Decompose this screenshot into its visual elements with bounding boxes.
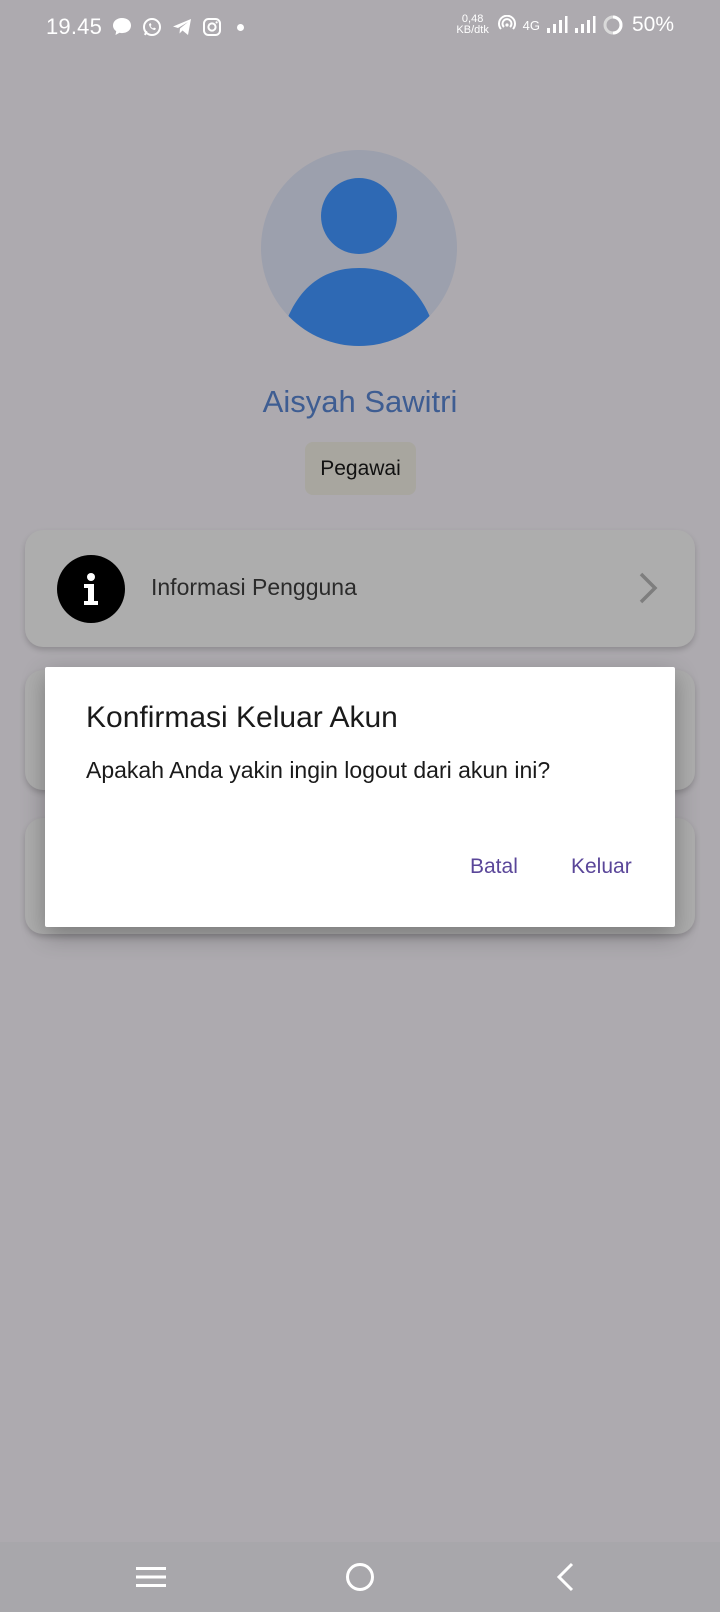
profile-name: Aisyah Sawitri [262,384,458,419]
instagram-icon [201,16,223,38]
message-icon [111,16,133,38]
chevron-right-icon [637,570,659,611]
hotspot-icon [497,15,517,35]
battery-percentage: 50% [631,13,674,36]
dialog-message: Apakah Anda yakin ingin logout dari akun… [86,757,551,783]
battery-icon [602,14,624,36]
notification-icons [111,16,244,38]
menu-item-user-info[interactable]: Informasi Pengguna [25,530,695,647]
home-icon[interactable] [300,1542,420,1612]
system-nav-bar [0,1542,720,1612]
info-icon [57,555,125,623]
role-badge: Pegawai [305,442,416,495]
dialog-title: Konfirmasi Keluar Akun [86,701,398,734]
logout-dialog: Konfirmasi Keluar Akun Apakah Anda yakin… [45,667,675,927]
telegram-icon [171,16,193,38]
status-time: 19.45 [46,14,103,39]
status-bar: 19.45 0,48 KB/dtk 4G 50% [0,0,720,56]
person-icon [279,178,439,346]
logout-button[interactable]: Keluar [571,855,632,879]
signal-icon-2 [574,15,596,35]
signal-icon [546,15,568,35]
more-notifications-dot [237,23,244,31]
network-speed: 0,48 KB/dtk [456,13,489,36]
avatar [261,150,457,346]
status-right: 0,48 KB/dtk 4G 50% [455,13,674,37]
whatsapp-icon [141,16,163,38]
cancel-button[interactable]: Batal [470,855,518,879]
menu-item-label: Informasi Pengguna [151,574,357,600]
network-type: 4G [522,17,540,33]
back-icon[interactable] [506,1542,626,1612]
menu-icon[interactable] [91,1542,211,1612]
